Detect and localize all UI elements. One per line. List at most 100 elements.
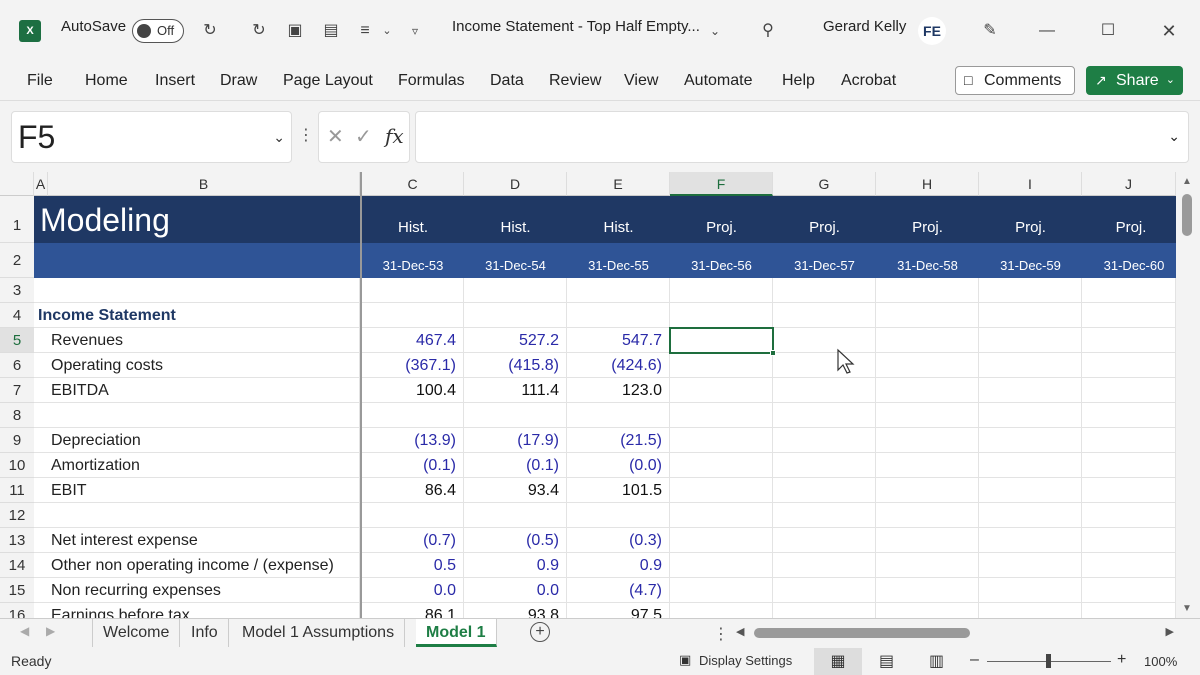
- cell[interactable]: [567, 278, 670, 303]
- cell[interactable]: [876, 403, 979, 428]
- row-header-7[interactable]: 7: [0, 378, 34, 403]
- cell[interactable]: [1082, 553, 1176, 578]
- cell[interactable]: [670, 478, 773, 503]
- cell[interactable]: [1082, 378, 1176, 403]
- column-header-d[interactable]: D: [464, 172, 567, 196]
- row-header-8[interactable]: 8: [0, 403, 34, 428]
- save-sync-icon[interactable]: ↻: [248, 20, 270, 42]
- cell[interactable]: [979, 303, 1082, 328]
- column-header-c[interactable]: C: [362, 172, 464, 196]
- cell[interactable]: [773, 453, 876, 478]
- cell[interactable]: [773, 278, 876, 303]
- cell[interactable]: [670, 553, 773, 578]
- column-header-j[interactable]: J: [1082, 172, 1176, 196]
- row-header-3[interactable]: 3: [0, 278, 34, 303]
- minimize-icon[interactable]: —: [1036, 20, 1058, 42]
- tab-review[interactable]: Review: [549, 72, 601, 90]
- cell[interactable]: [773, 503, 876, 528]
- row-header-15[interactable]: 15: [0, 578, 34, 603]
- column-header-g[interactable]: G: [773, 172, 876, 196]
- column-header-e[interactable]: E: [567, 172, 670, 196]
- customize-qat-icon[interactable]: ▿: [404, 20, 426, 42]
- cell[interactable]: [670, 378, 773, 403]
- cell-label[interactable]: [34, 278, 360, 303]
- cell[interactable]: [773, 578, 876, 603]
- cell[interactable]: [979, 578, 1082, 603]
- cell[interactable]: [362, 303, 464, 328]
- chevron-down-icon[interactable]: ⌄: [273, 112, 285, 162]
- spreadsheet-grid[interactable]: A B C D E F G H I J 1 2 Modeling Hist. H…: [0, 172, 1176, 618]
- value-cell[interactable]: 0.9: [567, 553, 670, 578]
- cell[interactable]: [773, 478, 876, 503]
- fx-icon[interactable]: fx: [385, 124, 404, 148]
- zoom-slider-knob[interactable]: [1046, 654, 1051, 668]
- cell[interactable]: [876, 578, 979, 603]
- tab-automate[interactable]: Automate: [684, 72, 752, 90]
- row-header-1[interactable]: 1: [0, 196, 34, 243]
- fill-handle[interactable]: [770, 350, 776, 356]
- cell[interactable]: [979, 503, 1082, 528]
- scroll-left-icon[interactable]: ◀: [736, 625, 744, 638]
- cell[interactable]: [876, 503, 979, 528]
- row-header-9[interactable]: 9: [0, 428, 34, 453]
- cell[interactable]: [1082, 453, 1176, 478]
- more-options-icon[interactable]: ⋮: [298, 125, 314, 145]
- display-settings-icon[interactable]: ▣: [679, 652, 691, 668]
- tab-split-handle-icon[interactable]: ⋮: [713, 624, 729, 644]
- share-button[interactable]: ↗ Share ⌄: [1086, 66, 1183, 95]
- share-dropdown-icon[interactable]: ⌄: [1166, 66, 1175, 95]
- vertical-scrollbar[interactable]: ▲ ▼: [1176, 172, 1200, 618]
- cell[interactable]: [876, 553, 979, 578]
- value-cell[interactable]: [567, 403, 670, 428]
- cell[interactable]: [464, 278, 567, 303]
- column-header-a[interactable]: A: [34, 172, 48, 196]
- tab-acrobat[interactable]: Acrobat: [841, 72, 896, 90]
- cell[interactable]: [670, 503, 773, 528]
- cell[interactable]: [979, 528, 1082, 553]
- page-break-view-icon[interactable]: ▥: [929, 651, 944, 671]
- sheet-tab-model-1-assumptions[interactable]: Model 1 Assumptions: [232, 619, 406, 647]
- value-cell[interactable]: 93.4: [464, 478, 567, 503]
- cell[interactable]: [670, 403, 773, 428]
- cell[interactable]: [876, 328, 979, 353]
- zoom-out-icon[interactable]: –: [970, 651, 979, 669]
- cell[interactable]: [773, 603, 876, 618]
- cell[interactable]: [1082, 478, 1176, 503]
- row-header-14[interactable]: 14: [0, 553, 34, 578]
- column-header-h[interactable]: H: [876, 172, 979, 196]
- row-header-2[interactable]: 2: [0, 243, 34, 278]
- camera-icon[interactable]: ▣: [284, 20, 306, 42]
- value-cell[interactable]: 0.5: [362, 553, 464, 578]
- scroll-down-icon[interactable]: ▼: [1182, 603, 1192, 614]
- value-cell[interactable]: 86.1: [362, 603, 464, 618]
- cell[interactable]: [670, 353, 773, 378]
- cell[interactable]: [979, 428, 1082, 453]
- cell[interactable]: [1082, 303, 1176, 328]
- cell[interactable]: [773, 353, 876, 378]
- tab-draw[interactable]: Draw: [220, 72, 257, 90]
- cell[interactable]: [670, 453, 773, 478]
- value-cell[interactable]: 93.8: [464, 603, 567, 618]
- document-title[interactable]: Income Statement - Top Half Empty...: [452, 18, 700, 35]
- row-header-16[interactable]: 16: [0, 603, 34, 618]
- cell[interactable]: [979, 553, 1082, 578]
- value-cell[interactable]: 467.4: [362, 328, 464, 353]
- value-cell[interactable]: (0.5): [464, 528, 567, 553]
- value-cell[interactable]: 0.9: [464, 553, 567, 578]
- title-dropdown-icon[interactable]: ⌄: [704, 20, 726, 42]
- value-cell[interactable]: (0.7): [362, 528, 464, 553]
- value-cell[interactable]: [464, 403, 567, 428]
- pen-icon[interactable]: ✎: [979, 20, 1001, 42]
- value-cell[interactable]: (0.1): [362, 453, 464, 478]
- cell[interactable]: [773, 403, 876, 428]
- cell[interactable]: [567, 303, 670, 328]
- value-cell[interactable]: 111.4: [464, 378, 567, 403]
- vertical-scroll-thumb[interactable]: [1182, 194, 1192, 236]
- value-cell[interactable]: 100.4: [362, 378, 464, 403]
- formula-input[interactable]: ⌄: [415, 111, 1189, 163]
- scroll-up-icon[interactable]: ▲: [1182, 176, 1192, 187]
- column-header-b[interactable]: B: [48, 172, 360, 196]
- tab-data[interactable]: Data: [490, 72, 524, 90]
- cell[interactable]: [670, 578, 773, 603]
- enter-icon[interactable]: ✓: [355, 124, 372, 149]
